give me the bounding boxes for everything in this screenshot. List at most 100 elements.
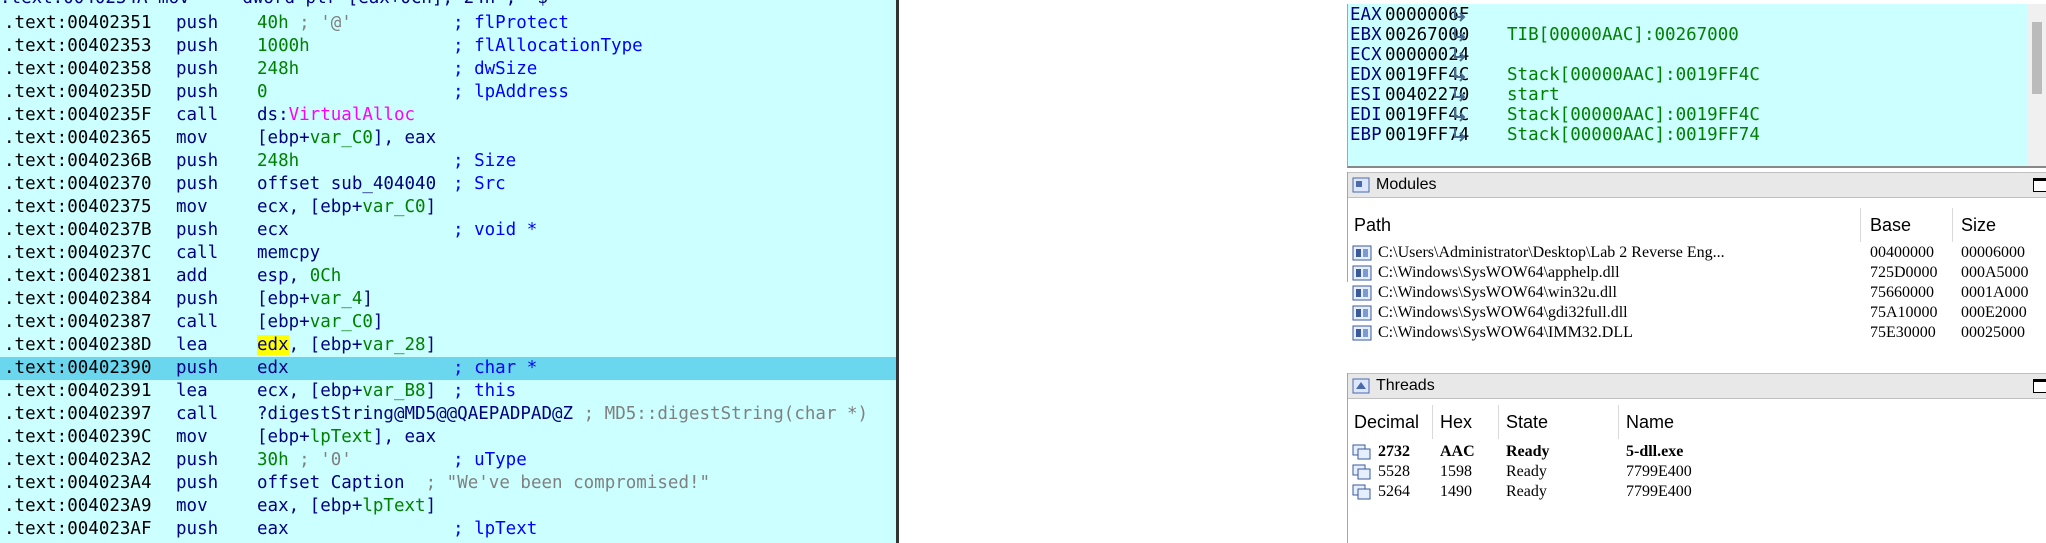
disasm-line[interactable]: .text:004023AF push eax ; lpText (0, 518, 896, 541)
disasm-address[interactable]: .text:0040237C (4, 242, 152, 265)
disasm-line[interactable]: .text:00402351 push 40h ; '@' ; flProtect (0, 12, 896, 35)
disasm-operand-part[interactable]: 0 (257, 82, 268, 102)
disasm-operands[interactable]: 1000h (257, 35, 310, 58)
disasm-operands[interactable]: 40h ; '@' (257, 12, 352, 35)
disasm-line[interactable]: .text:00402375 mov ecx, [ebp+var_C0] (0, 196, 896, 219)
disasm-operand-part[interactable]: 1000h (257, 36, 310, 56)
module-row[interactable]: C:\Windows\SysWOW64\IMM32.DLL 75E30000 000… (1348, 323, 2046, 343)
disasm-address[interactable]: .text:004023A9 (4, 495, 152, 518)
disasm-line[interactable]: .text:004023A2 push 30h ; '0' ; uType (0, 449, 896, 472)
module-size[interactable]: 00025000 (1961, 323, 2025, 343)
disasm-operand-part[interactable]: , [ebp+ (289, 335, 363, 355)
disasm-line[interactable]: .text:00402358 push 248h ; dwSize (0, 58, 896, 81)
disasm-mnemonic[interactable]: push (176, 449, 218, 472)
disasm-operands[interactable]: 248h (257, 58, 299, 81)
module-row[interactable]: C:\Users\Administrator\Desktop\Lab 2 Rev… (1348, 243, 2046, 263)
modules-col-divider[interactable] (1952, 208, 1953, 242)
disasm-operand-part[interactable]: [ebp+ (257, 312, 310, 332)
register-description[interactable]: Stack[00000AAC]:0019FF74 (1507, 122, 1760, 148)
disasm-address[interactable]: .text:0040238D (4, 334, 152, 357)
disasm-mnemonic[interactable]: mov (176, 127, 208, 150)
module-row[interactable]: C:\Windows\SysWOW64\gdi32full.dll 75A1000… (1348, 303, 2046, 323)
disasm-operand-part[interactable]: VirtualAlloc (289, 105, 415, 125)
threads-col-decimal[interactable]: Decimal (1354, 407, 1419, 437)
registers-view[interactable]: EAX 0000006F EBX 00267000 TIB[00000AAC]:0026… (1347, 4, 2046, 168)
disasm-line[interactable]: .text:0040236B push 248h ; Size (0, 150, 896, 173)
disasm-operand-part[interactable]: ; '0' (289, 450, 352, 470)
disasm-line[interactable]: .text:0040237C call memcpy (0, 242, 896, 265)
disasm-operands[interactable]: [ebp+var_4] (257, 288, 373, 311)
disasm-operand-part[interactable]: var_B8 (362, 381, 425, 401)
disasm-operand-part[interactable]: 0Ch (310, 266, 342, 286)
disasm-operand-part[interactable]: var_4 (310, 289, 363, 309)
disasm-mnemonic[interactable]: push (176, 219, 218, 242)
disasm-mnemonic[interactable]: lea (176, 334, 208, 357)
disasm-mnemonic[interactable]: push (176, 173, 218, 196)
disasm-address[interactable]: .text:00402390 (4, 357, 152, 380)
disasm-mnemonic[interactable]: push (176, 12, 218, 35)
disasm-mnemonic[interactable]: lea (176, 380, 208, 403)
disasm-operand-part[interactable]: ], eax (373, 427, 436, 447)
module-path[interactable]: C:\Users\Administrator\Desktop\Lab 2 Rev… (1378, 243, 1862, 263)
disasm-operand-part[interactable]: var_28 (362, 335, 425, 355)
module-row[interactable]: C:\Windows\SysWOW64\win32u.dll 75660000 00… (1348, 283, 2046, 303)
disasm-line[interactable]: .text:0040235D push 0 ; lpAddress (0, 81, 896, 104)
disasm-address[interactable]: .text:00402358 (4, 58, 152, 81)
disasm-address[interactable]: .text:00402375 (4, 196, 152, 219)
disasm-operand-part[interactable]: ecx (257, 220, 289, 240)
disasm-mnemonic[interactable]: push (176, 472, 218, 495)
thread-row[interactable]: 2732 AAC Ready 5-dll.exe (1348, 442, 2046, 462)
disasm-operands[interactable]: ecx, [ebp+var_C0] (257, 196, 436, 219)
disasm-operand-part[interactable]: ; '@' (289, 13, 352, 33)
disasm-operand-part[interactable]: ] (362, 289, 373, 309)
disasm-address[interactable]: .text:00402384 (4, 288, 152, 311)
disasm-address[interactable]: .text:00402391 (4, 380, 152, 403)
modules-col-divider[interactable] (1860, 208, 1861, 242)
disasm-address[interactable]: .text:00402351 (4, 12, 152, 35)
disasm-operand-part[interactable]: offset sub_404040 (257, 174, 436, 194)
modules-panel[interactable]: Modules Path Base Size C:\Users\Administ… (1347, 172, 2046, 341)
thread-state[interactable]: Ready (1506, 462, 1547, 482)
disasm-operand-part[interactable]: ; MD5::digestString(char *) (573, 404, 868, 424)
disasm-address[interactable]: .text:0040239C (4, 426, 152, 449)
disasm-operand-part[interactable]: ; "We've been compromised!" (405, 473, 710, 493)
registers-scroll-thumb[interactable] (2032, 22, 2042, 94)
modules-restore-button[interactable] (2033, 178, 2046, 192)
disasm-mnemonic[interactable]: mov (176, 196, 208, 219)
disasm-operand-part[interactable]: 248h (257, 151, 299, 171)
disasm-line[interactable]: .text:00402387 call [ebp+var_C0] (0, 311, 896, 334)
disasm-operands[interactable]: [ebp+var_C0] (257, 311, 383, 334)
disasm-line[interactable]: .text:00402353 push 1000h ; flAllocationTyp… (0, 35, 896, 58)
disasm-operand-part[interactable]: [ebp+ (257, 427, 310, 447)
module-path[interactable]: C:\Windows\SysWOW64\gdi32full.dll (1378, 303, 1862, 323)
disasm-address[interactable]: .text:004023AF (4, 518, 152, 541)
disasm-operand-part[interactable]: eax (257, 519, 289, 539)
thread-name[interactable]: 5-dll.exe (1626, 442, 1683, 462)
disasm-line[interactable]: .text:00402384 push [ebp+var_4] (0, 288, 896, 311)
disasm-operands[interactable]: edx, [ebp+var_28] (257, 334, 436, 357)
disasm-operands[interactable]: ecx, [ebp+var_B8] (257, 380, 436, 403)
disasm-line[interactable]: .text:0040238D lea edx, [ebp+var_28] (0, 334, 896, 357)
disasm-operand-part[interactable]: 40h (257, 13, 289, 33)
disasm-mnemonic[interactable]: call (176, 311, 218, 334)
threads-col-state[interactable]: State (1506, 407, 1548, 437)
disasm-operands[interactable]: [ebp+lpText], eax (257, 426, 436, 449)
disasm-operand-part[interactable]: var_C0 (310, 312, 373, 332)
disasm-address[interactable]: .text:00402397 (4, 403, 152, 426)
disasm-operand-part[interactable]: ?digestString@MD5@@QAEPADPAD@Z (257, 404, 573, 424)
disasm-operand-part[interactable]: ds: (257, 105, 289, 125)
disasm-line[interactable]: .text:00402370 push offset sub_404040 ; Src (0, 173, 896, 196)
disasm-mnemonic[interactable]: mov (176, 426, 208, 449)
disasm-mnemonic[interactable]: push (176, 81, 218, 104)
module-base[interactable]: 00400000 (1870, 243, 1934, 263)
module-path[interactable]: C:\Windows\SysWOW64\win32u.dll (1378, 283, 1862, 303)
disasm-operand-part[interactable]: ecx, [ebp+ (257, 381, 362, 401)
thread-row[interactable]: 5528 1598 Ready 7799E400 (1348, 462, 2046, 482)
disasm-operands[interactable]: eax (257, 518, 289, 541)
module-path[interactable]: C:\Windows\SysWOW64\IMM32.DLL (1378, 323, 1862, 343)
disasm-address[interactable]: .text:004023A4 (4, 472, 152, 495)
disasm-mnemonic[interactable]: push (176, 288, 218, 311)
thread-hex[interactable]: AAC (1440, 442, 1475, 462)
thread-decimal[interactable]: 2732 (1378, 442, 1410, 462)
thread-decimal[interactable]: 5264 (1378, 482, 1410, 502)
